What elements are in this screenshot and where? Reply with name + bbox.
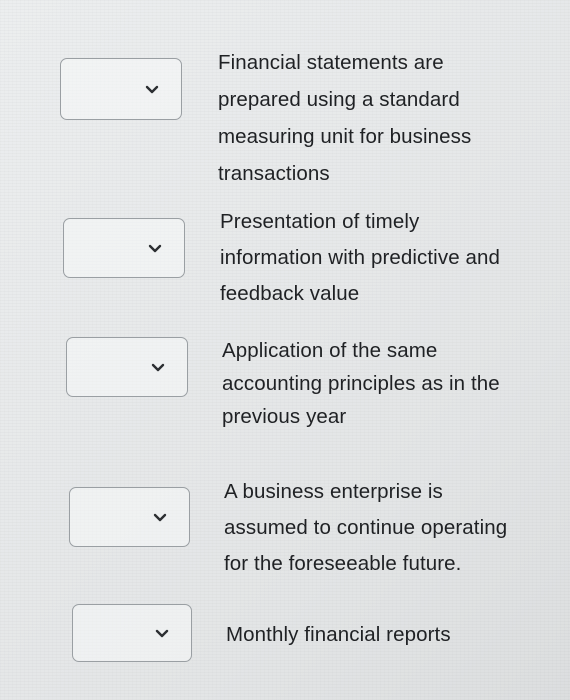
answer-dropdown[interactable] — [69, 487, 190, 547]
chevron-down-icon — [153, 513, 167, 523]
statement-text: Monthly financial reports — [226, 623, 451, 646]
chevron-down-icon — [151, 363, 165, 373]
answer-dropdown[interactable] — [63, 218, 185, 278]
chevron-down-icon — [148, 244, 162, 254]
answer-dropdown[interactable] — [66, 337, 188, 397]
statement-text: Application of the same accounting princ… — [222, 339, 500, 428]
statement-text: Presentation of timely information with … — [220, 210, 500, 305]
answer-dropdown[interactable] — [60, 58, 182, 120]
chevron-down-icon — [155, 629, 169, 639]
statement-text: A business enterprise is assumed to cont… — [224, 480, 508, 575]
chevron-down-icon — [145, 85, 159, 95]
answer-dropdown[interactable] — [72, 604, 192, 662]
statement-text: Financial statements are prepared using … — [218, 51, 472, 185]
